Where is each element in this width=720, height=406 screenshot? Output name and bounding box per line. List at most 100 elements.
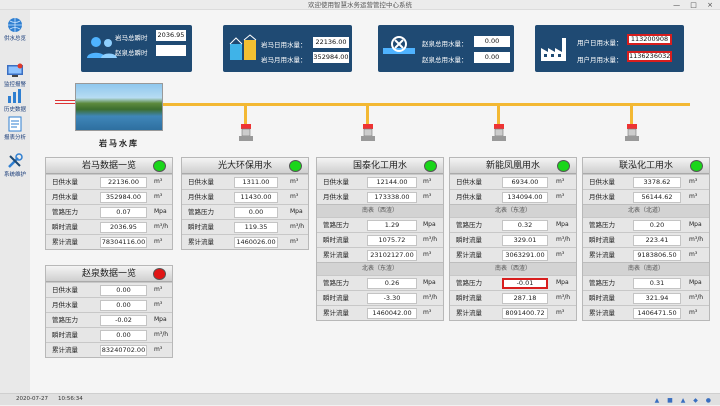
valve-icon: [383, 36, 415, 54]
table-row: 累计流量 23102127.00 m³: [317, 247, 443, 262]
row-label: 累计流量: [589, 309, 615, 317]
sidebar-item-report[interactable]: 报表分析: [0, 116, 30, 141]
table-row: 日供水量 6934.00 m³: [450, 174, 576, 189]
panel-lianhong: 联泓化工用水 日供水量 3378.62 m³ 月供水量 56144.62 m³ 北表（北道）…: [582, 157, 710, 321]
table-row: 日供水量 1311.00 m³: [182, 174, 308, 189]
panel-title-text: 国泰化工用水: [352, 161, 407, 171]
status-indicator-green: [153, 160, 166, 172]
section-header: 南表（西渣）: [450, 262, 576, 275]
table-row: 瞬时流量 287.18 m³/h: [450, 290, 576, 305]
table-row: 累计流量 3063291.00 m³: [450, 247, 576, 262]
system-tray[interactable]: ▲ ■ ▲ ◆ ●: [655, 395, 714, 406]
sidebar-item-overview[interactable]: 供水总览: [0, 17, 30, 42]
sidebar-item-maintenance[interactable]: 系统维护: [0, 153, 30, 178]
flow-meter-icon: [239, 124, 253, 141]
table-row: 累计流量 9183806.50 m³: [583, 247, 709, 262]
row-value: 0.32: [502, 220, 548, 231]
table-row: 日供水量 22136.00 m³: [46, 174, 172, 189]
row-label: 日供水量: [52, 286, 78, 294]
row-value: 0.31: [633, 278, 681, 289]
row-value: 9183806.50: [633, 250, 681, 261]
title-bar: 欢迎使用智慧水务运营管控中心系统 — □ ×: [0, 0, 720, 10]
row-value: 11430.00: [234, 192, 278, 203]
panel-zhaoquan: 赵泉数据一览 日供水量 0.00 m³ 月供水量 0.00 m³ 管路压力 -0.02 Mpa 瞬…: [45, 265, 173, 358]
row-value: 0.00: [234, 207, 278, 218]
row-unit: m³/h: [290, 223, 305, 230]
row-value: 0.07: [100, 207, 147, 218]
row-label: 累计流量: [52, 346, 78, 354]
panel-title: 赵泉数据一览: [46, 266, 172, 282]
alarm-monitor-icon: [7, 63, 23, 77]
row-label: 累计流量: [323, 309, 349, 317]
row-label: 管路压力: [323, 221, 349, 229]
row-label: 管路压力: [52, 316, 78, 324]
table-row: 管路压力 -0.01 Mpa: [450, 275, 576, 290]
zhaoquan-usage-value: 0.00: [474, 36, 510, 47]
row-unit: m³: [290, 178, 299, 185]
sidebar-item-label: 报表分析: [3, 135, 26, 141]
summary-card-zhaoquan: 赵泉总用水量： 0.00 赵泉总用水量： 0.00: [378, 25, 514, 72]
row-value: 83240702.00: [100, 345, 147, 356]
row-label: 瞬时流量: [188, 223, 214, 231]
section-header: 南表（南道）: [583, 262, 709, 275]
table-row: 管路压力 -0.02 Mpa: [46, 312, 172, 327]
sidebar-item-label: 供水总览: [3, 36, 26, 42]
row-unit: m³/h: [556, 294, 571, 301]
row-label: 累计流量: [188, 238, 214, 246]
globe-icon: [8, 18, 22, 32]
table-row: 累计流量 1460026.00 m³: [182, 234, 308, 249]
row-label: 月供水量: [456, 193, 482, 201]
table-row: 累计流量 1406471.50 m³: [583, 305, 709, 320]
row-unit: Mpa: [290, 208, 303, 215]
people-icon: [87, 37, 117, 58]
row-unit: Mpa: [154, 208, 167, 215]
table-row: 日供水量 3378.62 m³: [583, 174, 709, 189]
sidebar-item-label: 监控报警: [3, 82, 26, 88]
yanma-total-label: 岩马总瞬时: [115, 34, 148, 42]
row-value: 1.29: [367, 220, 417, 231]
sidebar-item-monitor[interactable]: 监控报警: [0, 63, 30, 88]
row-value: 6934.00: [502, 177, 548, 188]
table-row: 瞬时流量 0.00 m³/h: [46, 327, 172, 342]
table-row: 管路压力 0.07 Mpa: [46, 204, 172, 219]
row-value: 78304116.00: [100, 237, 147, 248]
status-indicator-green: [557, 160, 570, 172]
panel-title-text: 光大环保用水: [217, 161, 272, 171]
row-label: 月供水量: [188, 193, 214, 201]
row-label: 管路压力: [323, 279, 349, 287]
table-row: 累计流量 78304116.00 m³: [46, 234, 172, 249]
zhaoquan-usage-label: 赵泉总用水量：: [422, 40, 468, 48]
branch-pipe: [630, 103, 633, 125]
sidebar-item-history[interactable]: 历史数据: [0, 88, 30, 113]
monthly-usage-value: 352984.00: [313, 52, 349, 63]
row-value: -0.02: [100, 315, 147, 326]
panel-title: 国泰化工用水: [317, 158, 443, 174]
row-unit: m³: [556, 251, 565, 258]
row-label: 瞬时流量: [52, 223, 78, 231]
row-value: 56144.62: [633, 192, 681, 203]
row-value: 0.00: [100, 285, 147, 296]
row-value-alert: -0.01: [502, 278, 548, 289]
row-unit: m³: [423, 251, 432, 258]
row-value: 0.26: [367, 278, 417, 289]
summary-card-users: 用户日用水量： 113200908 用户月用水量： 1136236032: [535, 25, 684, 72]
status-bar: 2020-07-27 10:56:34 ▲ ■ ▲ ◆ ●: [0, 393, 720, 405]
branch-pipe: [244, 103, 247, 125]
table-row: 管路压力 0.32 Mpa: [450, 217, 576, 232]
row-unit: m³/h: [556, 236, 571, 243]
row-unit: m³/h: [689, 236, 704, 243]
panel-title-text: 岩马数据一览: [81, 161, 136, 171]
row-label: 瞬时流量: [589, 236, 615, 244]
row-label: 累计流量: [52, 238, 78, 246]
window-controls[interactable]: — □ ×: [673, 0, 717, 10]
branch-pipe: [366, 103, 369, 125]
row-label: 日供水量: [589, 178, 615, 186]
row-value: 1460042.00: [367, 308, 417, 319]
sidebar: 供水总览 监控报警 历史数据 报表分析 系统维护: [0, 10, 30, 393]
row-value: 134094.00: [502, 192, 548, 203]
row-label: 月供水量: [52, 301, 78, 309]
table-row: 瞬时流量 -3.30 m³/h: [317, 290, 443, 305]
row-label: 累计流量: [589, 251, 615, 259]
row-unit: m³/h: [689, 294, 704, 301]
table-row: 管路压力 0.20 Mpa: [583, 217, 709, 232]
